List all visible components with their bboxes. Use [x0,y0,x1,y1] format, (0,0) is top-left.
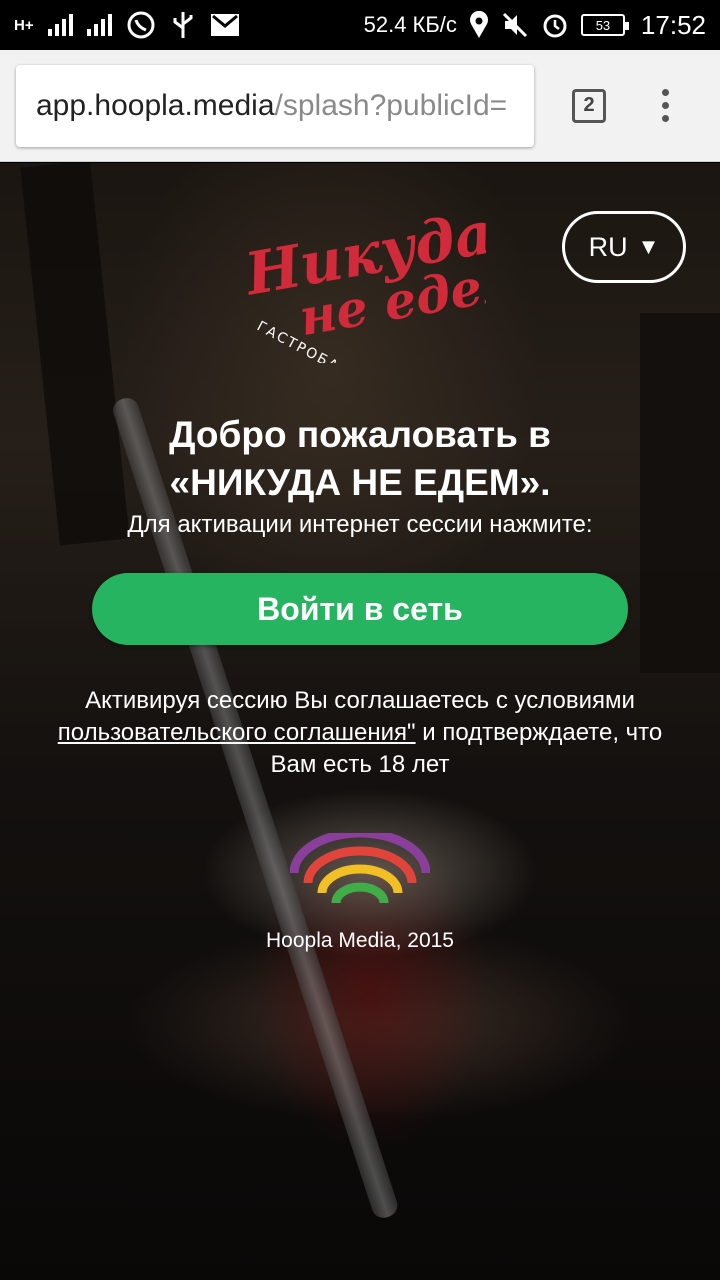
terms-link[interactable]: пользовательского соглашения" [58,719,416,746]
url-path: /splash?publicId= [274,88,508,122]
url-host: app.hoopla.media [36,88,275,122]
network-type-icon: H+ [14,16,34,34]
instruction-text: Для активации интернет сессии нажмите: [127,511,593,538]
copyright: Hoopla Media, 2015 [266,929,454,952]
clock: 17:52 [640,9,706,40]
signal-sim1-icon [47,14,73,36]
browser-menu-icon[interactable] [662,89,669,122]
signal-sim2-icon [86,14,112,36]
location-icon [469,11,488,38]
status-bar: H+ 52.4 КБ/с 53 17:52 [0,0,720,50]
usb-icon [173,12,193,38]
terms-before: Активируя сессию Вы соглашаетесь с услов… [85,687,635,714]
network-speed: 52.4 КБ/с [363,12,457,37]
language-selector[interactable]: RU ▼ [562,211,686,283]
language-value: RU [588,231,628,262]
alarm-icon [543,14,567,38]
dropdown-arrow-icon: ▼ [637,234,660,259]
status-left: H+ [14,10,240,40]
tab-switcher-button[interactable]: 2 [572,88,606,123]
welcome-heading: Добро пожаловать в «НИКУДА НЕ ЕДЕМ». [0,411,720,507]
hoopla-media-logo [290,833,430,904]
bar-logo: Никуда не едем ГАСТРОБАР [238,203,486,363]
gmail-icon [210,14,239,36]
welcome-line1: Добро пожаловать в [169,414,551,455]
status-right: 52.4 КБ/с 53 17:52 [364,10,706,41]
whatsapp-icon [127,11,155,39]
address-bar[interactable]: app.hoopla.media/splash?publicId= [16,64,534,147]
welcome-line2: «НИКУДА НЕ ЕДЕМ». [169,462,551,503]
mute-icon [502,12,527,38]
terms-text: Активируя сессию Вы соглашаетесь с услов… [40,685,680,781]
login-button[interactable]: Войти в сеть [92,573,628,645]
splash-page: Никуда не едем ГАСТРОБАР RU ▼ Добро пожа… [0,163,720,1280]
browser-toolbar: app.hoopla.media/splash?publicId= 2 [0,50,720,162]
battery-icon: 53 [580,14,629,36]
